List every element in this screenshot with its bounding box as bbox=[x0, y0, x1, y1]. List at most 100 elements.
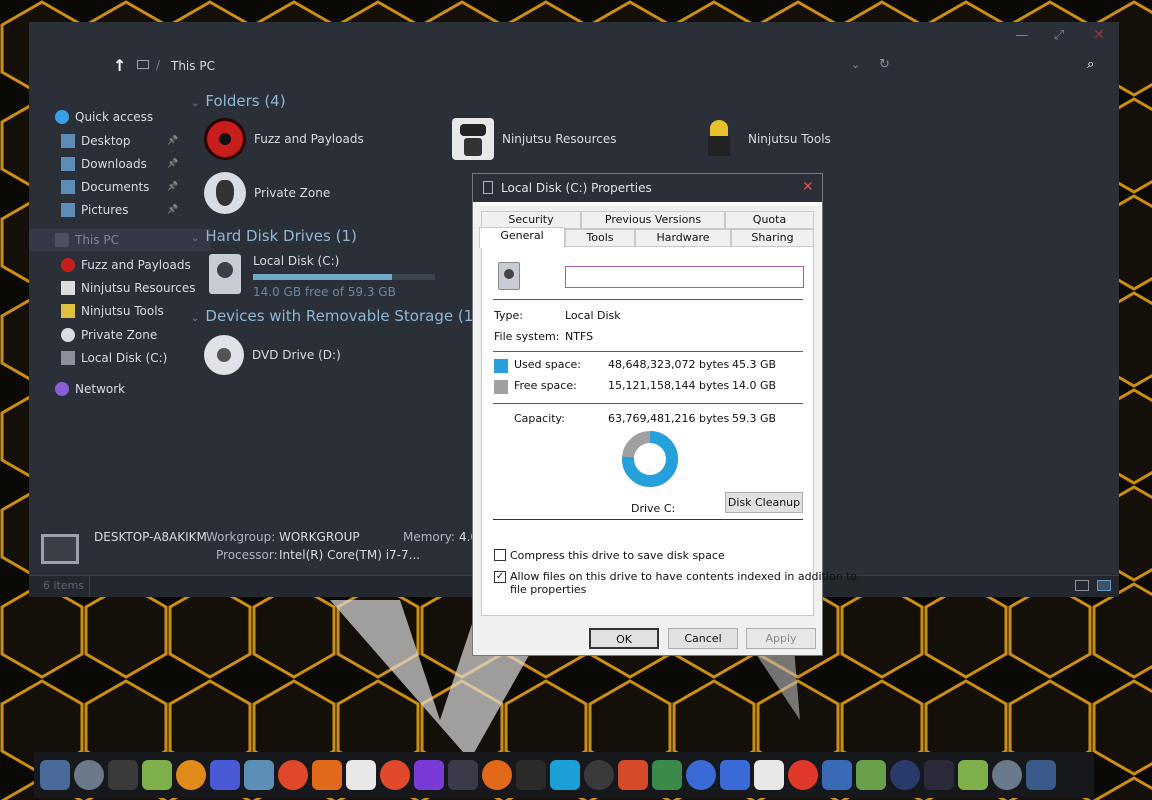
folder-private-zone[interactable]: Private Zone bbox=[204, 172, 330, 214]
details-view-icon[interactable] bbox=[1075, 580, 1089, 591]
minimize-button[interactable]: — bbox=[1014, 28, 1030, 44]
taskbar-qbittorrent-icon[interactable] bbox=[822, 760, 852, 790]
cancel-button[interactable]: Cancel bbox=[668, 628, 738, 649]
sidebar-item-private-zone[interactable]: Private Zone bbox=[29, 324, 211, 346]
pin-icon[interactable]: 📌 bbox=[167, 205, 178, 215]
taskbar-firefox-icon[interactable] bbox=[312, 760, 342, 790]
search-icon[interactable]: ⌕ bbox=[1087, 57, 1094, 72]
dialog-close-icon[interactable]: ✕ bbox=[802, 179, 814, 195]
used-label: Used space: bbox=[514, 358, 582, 371]
breadcrumb[interactable]: This PC bbox=[171, 59, 215, 73]
taskbar-monitor-icon[interactable] bbox=[652, 760, 682, 790]
drive-usage-fill bbox=[253, 274, 392, 280]
drive-name-input[interactable] bbox=[565, 266, 804, 288]
sidebar-item-this-pc[interactable]: This PC bbox=[29, 229, 211, 251]
taskbar-brave-icon[interactable] bbox=[278, 760, 308, 790]
taskbar-hacker-icon[interactable] bbox=[108, 760, 138, 790]
type-value: Local Disk bbox=[565, 309, 621, 322]
taskbar-tor-icon[interactable] bbox=[414, 760, 444, 790]
sidebar-item-fuzz-and-payloads[interactable]: Fuzz and Payloads bbox=[29, 254, 211, 276]
used-color-swatch bbox=[494, 359, 508, 373]
sidebar-item-downloads[interactable]: Downloads 📌 bbox=[29, 153, 211, 175]
taskbar-calculator-icon[interactable] bbox=[992, 760, 1022, 790]
refresh-icon[interactable]: ↻ bbox=[879, 57, 890, 72]
taskbar-opera-icon[interactable] bbox=[788, 760, 818, 790]
computer-icon bbox=[137, 60, 149, 69]
taskbar-folder-icon[interactable] bbox=[244, 760, 274, 790]
taskbar-explorer-icon[interactable] bbox=[40, 760, 70, 790]
drive-local-disk-c[interactable]: Local Disk (C:) 14.0 GB free of 59.3 GB bbox=[209, 254, 435, 299]
mask-icon bbox=[204, 172, 246, 214]
group-hard-disk-drives[interactable]: ⌄ Hard Disk Drives (1) bbox=[191, 227, 357, 245]
taskbar-cmd-icon[interactable] bbox=[924, 760, 954, 790]
taskbar-edge-icon[interactable] bbox=[550, 760, 580, 790]
close-button[interactable]: ✕ bbox=[1091, 27, 1107, 43]
folder-ninjutsu-tools[interactable]: Ninjutsu Tools bbox=[698, 118, 831, 160]
capacity-gb: 59.3 GB bbox=[732, 412, 777, 425]
up-arrow-icon[interactable]: ↑ bbox=[113, 56, 126, 75]
taskbar-notepad-icon[interactable] bbox=[856, 760, 886, 790]
sidebar-item-local-disk-c[interactable]: Local Disk (C:) bbox=[29, 347, 211, 369]
sidebar-item-network[interactable]: Network bbox=[29, 378, 211, 400]
sidebar-item-label: Desktop bbox=[81, 134, 131, 148]
apply-button[interactable]: Apply bbox=[746, 628, 816, 649]
taskbar-settings-icon[interactable] bbox=[142, 760, 172, 790]
taskbar-terminal-icon[interactable] bbox=[516, 760, 546, 790]
sidebar-item-desktop[interactable]: Desktop 📌 bbox=[29, 130, 211, 152]
pin-icon[interactable]: 📌 bbox=[167, 182, 178, 192]
folder-fuzz-and-payloads[interactable]: Fuzz and Payloads bbox=[204, 118, 364, 160]
taskbar bbox=[34, 752, 1094, 798]
sidebar-item-ninjutsu-resources[interactable]: Ninjutsu Resources bbox=[29, 277, 211, 299]
tiles-view-icon[interactable] bbox=[1097, 580, 1111, 591]
taskbar-toolbox-icon[interactable] bbox=[380, 760, 410, 790]
taskbar-openvpn-icon[interactable] bbox=[482, 760, 512, 790]
tab-hardware[interactable]: Hardware bbox=[635, 229, 731, 247]
sidebar-item-label: Pictures bbox=[81, 203, 129, 217]
taskbar-remote-icon[interactable] bbox=[720, 760, 750, 790]
ok-button[interactable]: OK bbox=[589, 628, 659, 649]
folder-ninjutsu-resources[interactable]: Ninjutsu Resources bbox=[452, 118, 617, 160]
tab-general[interactable]: General bbox=[479, 227, 565, 248]
tab-tools[interactable]: Tools bbox=[565, 229, 635, 247]
type-label: Type: bbox=[494, 309, 523, 322]
chevron-down-icon[interactable]: ⌄ bbox=[851, 58, 860, 71]
sidebar-item-label: Fuzz and Payloads bbox=[81, 258, 191, 272]
tab-sharing[interactable]: Sharing bbox=[731, 229, 814, 247]
taskbar-search-icon[interactable] bbox=[176, 760, 206, 790]
group-folders[interactable]: ⌄ Folders (4) bbox=[191, 92, 286, 110]
sidebar-item-documents[interactable]: Documents 📌 bbox=[29, 176, 211, 198]
taskbar-s2g-icon[interactable] bbox=[584, 760, 614, 790]
index-checkbox[interactable]: ✓ bbox=[494, 571, 506, 583]
taskbar-ccleaner-icon[interactable] bbox=[618, 760, 648, 790]
taskbar-photos-icon[interactable] bbox=[74, 760, 104, 790]
compress-checkbox[interactable] bbox=[494, 549, 506, 561]
taskbar-settings-icon[interactable] bbox=[958, 760, 988, 790]
taskbar-powershell-icon[interactable] bbox=[890, 760, 920, 790]
group-removable-storage[interactable]: ⌄ Devices with Removable Storage (1) bbox=[191, 307, 479, 325]
taskbar-vpn-icon[interactable] bbox=[448, 760, 478, 790]
taskbar-apps-icon[interactable] bbox=[210, 760, 240, 790]
used-bytes: 48,648,323,072 bytes bbox=[608, 358, 730, 371]
taskbar-control-icon[interactable] bbox=[1026, 760, 1056, 790]
sidebar-item-quick-access[interactable]: Quick access bbox=[29, 106, 211, 128]
disk-cleanup-button[interactable]: Disk Cleanup bbox=[725, 492, 803, 513]
free-color-swatch bbox=[494, 380, 508, 394]
taskbar-network-icon[interactable] bbox=[686, 760, 716, 790]
taskbar-chrome-icon[interactable] bbox=[346, 760, 376, 790]
pin-icon[interactable]: 📌 bbox=[167, 159, 178, 169]
processor-value: Intel(R) Core(TM) i7-7... bbox=[279, 548, 421, 562]
tab-quota[interactable]: Quota bbox=[725, 211, 814, 229]
maximize-button[interactable]: ⤢ bbox=[1051, 28, 1067, 44]
sidebar-item-pictures[interactable]: Pictures 📌 bbox=[29, 199, 211, 221]
taskbar-globe-icon[interactable] bbox=[754, 760, 784, 790]
tab-previous-versions[interactable]: Previous Versions bbox=[581, 211, 725, 229]
free-gb: 14.0 GB bbox=[732, 379, 777, 392]
general-panel: Type: Local Disk File system: NTFS Used … bbox=[481, 246, 857, 616]
dialog-title: Local Disk (C:) Properties bbox=[501, 181, 652, 195]
breadcrumb-separator: / bbox=[156, 58, 161, 72]
workgroup-value: WORKGROUP bbox=[279, 530, 360, 544]
pin-icon[interactable]: 📌 bbox=[167, 136, 178, 146]
sidebar-item-ninjutsu-tools[interactable]: Ninjutsu Tools bbox=[29, 300, 211, 322]
sidebar-item-label: Ninjutsu Tools bbox=[81, 304, 164, 318]
drive-dvd-d[interactable]: DVD Drive (D:) bbox=[204, 335, 341, 375]
